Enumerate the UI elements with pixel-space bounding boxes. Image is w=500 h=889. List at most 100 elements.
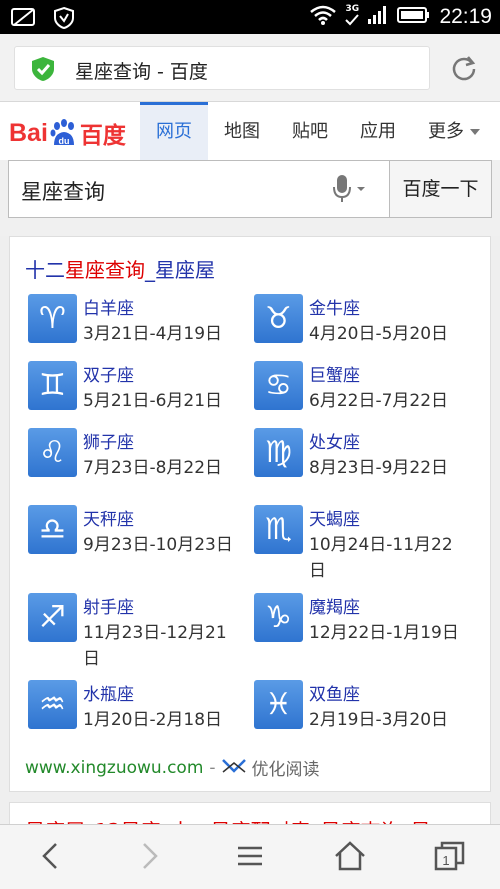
zodiac-name[interactable]: 魔羯座 [309,593,360,618]
optimize-read-link[interactable]: 优化阅读 [252,755,320,780]
tabs-icon[interactable]: 1 [434,841,466,875]
zodiac-dates: 2月19日-3月20日 [309,710,449,730]
zodiac-glyph: ♍ [265,434,292,470]
home-icon[interactable] [334,841,366,875]
zodiac-dates: 1月20日-2月18日 [83,710,223,730]
signal-icon [367,5,389,29]
aquarius-icon: ♒ [28,680,77,729]
logo-bai: Bai [9,118,48,147]
tab-label: 应用 [360,121,396,142]
reload-icon[interactable] [450,54,478,86]
microphone-icon[interactable] [332,174,368,208]
menu-icon[interactable] [236,841,264,875]
cancer-icon: ♋ [254,361,303,410]
next-result-title[interactable]: 星座屋_12星座_十二星座配对表_星座查询_星 [25,815,430,824]
tab-label: 更多 [428,121,464,142]
next-result-card: 星座屋_12星座_十二星座配对表_星座查询_星 [9,802,491,824]
search-row: 星座查询 百度一下 [0,160,500,236]
search-nav-tabs: 网页 地图 贴吧 应用 更多 [140,102,496,160]
result-title-link[interactable]: 十二星座查询_星座屋 [25,254,215,283]
footer-separator: - [209,757,216,778]
network-label: 3G [345,4,360,14]
gemini-icon: ♊ [28,361,77,410]
page-title: 星座查询 - 百度 [75,61,208,83]
title-prefix: 十二 [25,258,65,282]
baidu-header: Bai du 百度 网页 地图 贴吧 应用 更多 [0,102,500,160]
zodiac-dates: 6月22日-7月22日 [309,391,449,411]
title-suffix: _星座屋 [145,258,215,282]
dropdown-arrow-icon [470,129,480,135]
title-highlight: 星座查询 [65,258,145,282]
search-button[interactable]: 百度一下 [389,160,492,218]
zodiac-name[interactable]: 双子座 [83,361,134,386]
zodiac-glyph: ♏ [265,511,292,547]
network-indicator: 3G [345,4,360,29]
aries-icon: ♈ [28,294,77,343]
zodiac-name[interactable]: 双鱼座 [309,680,360,705]
zodiac-name[interactable]: 水瓶座 [83,680,134,705]
address-bar[interactable]: 星座查询 - 百度 [14,46,430,90]
wifi-icon [309,4,337,30]
status-bar: 3G 22:19 [0,0,500,34]
browser-toolbar: 星座查询 - 百度 [0,34,500,102]
baidu-logo[interactable]: Bai du 百度 [9,116,126,150]
forward-icon[interactable] [138,841,162,875]
tab-label: 网页 [156,121,192,142]
sagittarius-icon: ♐ [28,593,77,642]
clock: 22:19 [439,5,492,28]
zodiac-dates: 12月22日-1月19日 [309,623,459,643]
leo-icon: ♌ [28,428,77,477]
zodiac-glyph: ♒ [39,686,66,722]
zodiac-name[interactable]: 射手座 [83,593,134,618]
virgo-icon: ♍ [254,428,303,477]
scorpio-icon: ♏ [254,505,303,554]
web-page: Bai du 百度 网页 地图 贴吧 应用 更多 星座查询 百度一下 十二星座查… [0,102,500,824]
secure-shield-icon [31,56,55,86]
zodiac-glyph: ♊ [39,367,66,403]
zodiac-name[interactable]: 狮子座 [83,428,134,453]
zodiac-name[interactable]: 天蝎座 [309,505,360,530]
zodiac-name[interactable]: 处女座 [309,428,360,453]
zodiac-name[interactable]: 巨蟹座 [309,361,360,386]
tab-label: 贴吧 [292,121,328,142]
zodiac-dates: 11月23日-12月21日 [83,623,227,669]
zodiac-name[interactable]: 金牛座 [309,294,360,319]
browser-bottom-bar: 1 [0,824,500,889]
tab-apps[interactable]: 应用 [344,102,412,160]
zodiac-dates: 5月21日-6月21日 [83,391,223,411]
battery-icon [397,6,431,28]
zodiac-glyph: ♌ [39,434,66,470]
tab-more[interactable]: 更多 [412,102,496,160]
capricorn-icon: ♑ [254,593,303,642]
libra-icon: ♎ [28,505,77,554]
zodiac-dates: 10月24日-11月22日 [309,535,453,581]
pisces-icon: ♓ [254,680,303,729]
result-card: 十二星座查询_星座屋 ♈ 白羊座 3月21日-4月19日 ♉ 金牛座 4月20日-5月20… [9,236,491,792]
zodiac-glyph: ♉ [265,300,292,336]
back-icon[interactable] [38,841,62,875]
zodiac-dates: 4月20日-5月20日 [309,324,449,344]
result-footer: www.xingzuowu.com - 优化阅读 [25,755,320,781]
zodiac-dates: 9月23日-10月23日 [83,535,233,555]
svg-text:1: 1 [442,853,449,868]
zodiac-name[interactable]: 白羊座 [83,294,134,319]
optimize-read-icon [221,758,246,778]
logo-du: du [58,136,69,146]
zodiac-glyph: ♎ [39,511,66,547]
site-url[interactable]: www.xingzuowu.com [25,758,203,778]
zodiac-glyph: ♓ [265,686,292,722]
zodiac-glyph: ♋ [265,367,292,403]
logo-baidu-cn: 百度 [79,122,126,148]
tab-label: 地图 [224,121,260,142]
tab-map[interactable]: 地图 [208,102,276,160]
tab-webpage[interactable]: 网页 [140,102,208,160]
baidu-paw-icon: du [49,118,79,148]
zodiac-name[interactable]: 天秤座 [83,505,134,530]
zodiac-dates: 3月21日-4月19日 [83,324,223,344]
taurus-icon: ♉ [254,294,303,343]
shield-status-icon [52,6,76,34]
zodiac-dates: 8月23日-9月22日 [309,458,449,478]
tab-tieba[interactable]: 贴吧 [276,102,344,160]
zodiac-glyph: ♐ [39,599,66,635]
no-sim-icon [10,6,38,34]
